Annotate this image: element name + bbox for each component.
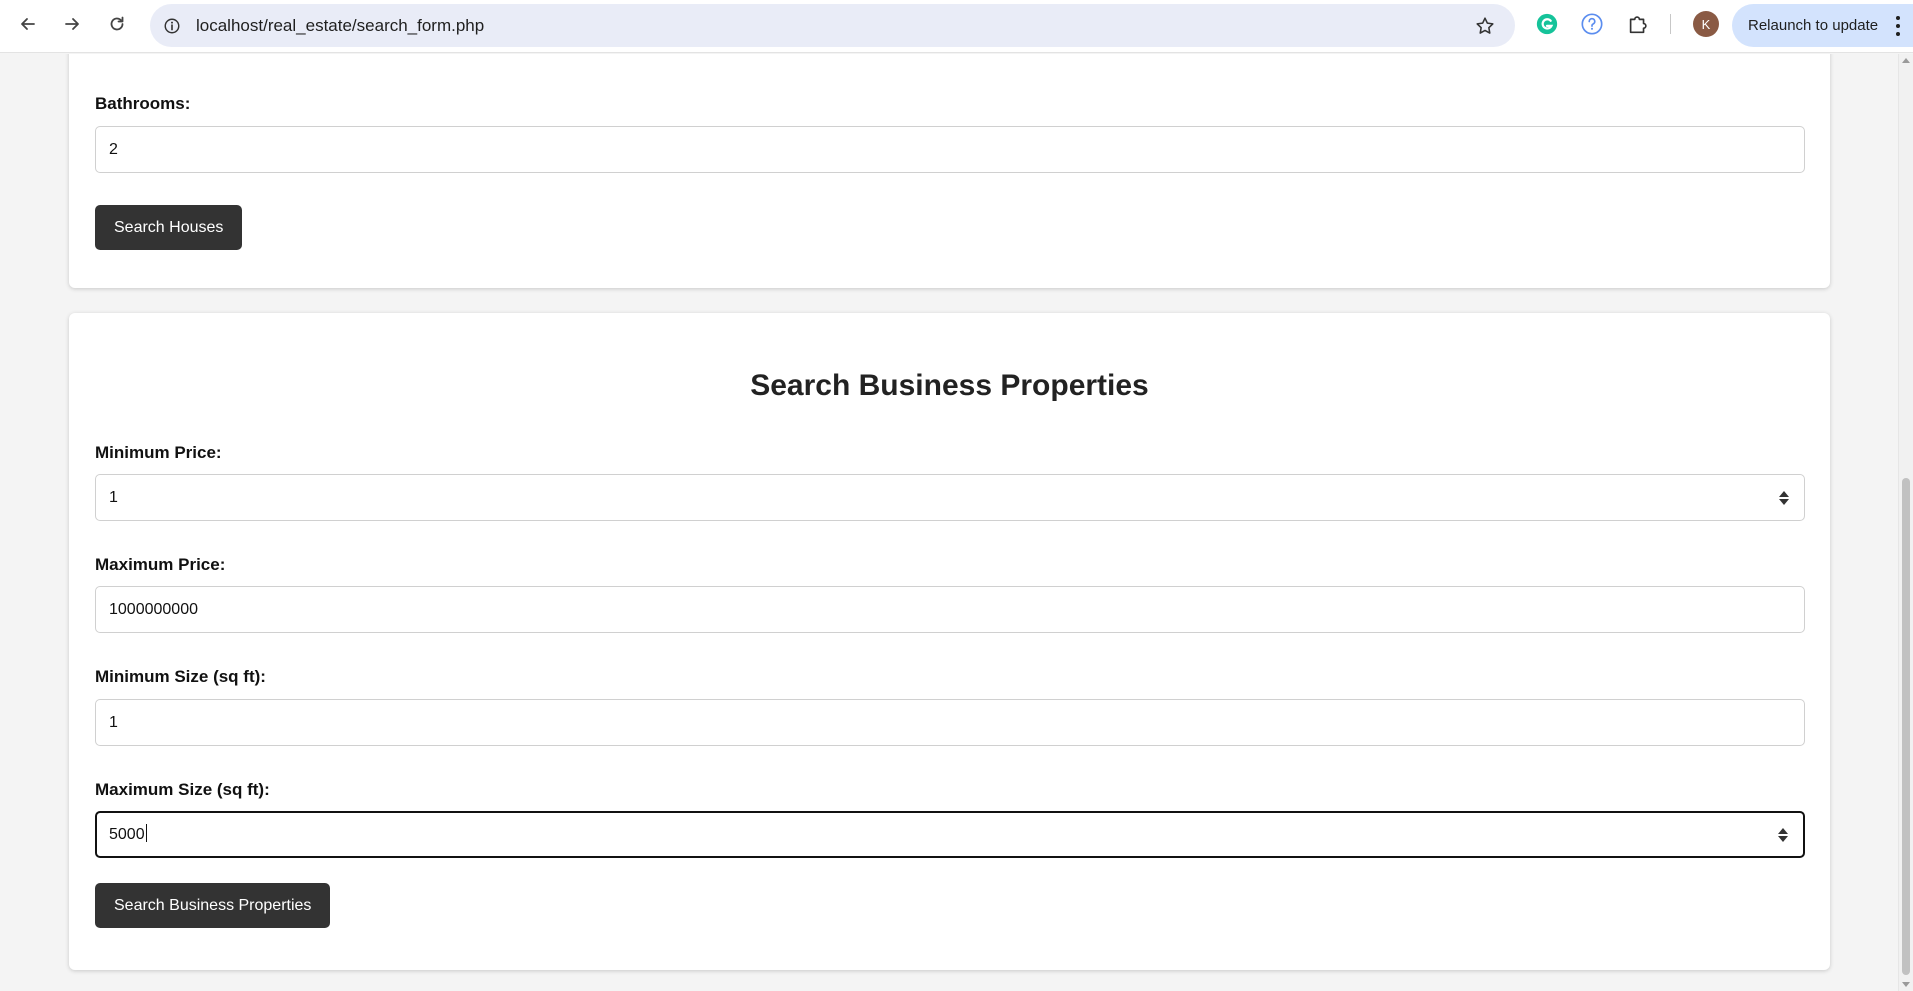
- help-circle-icon[interactable]: [1579, 11, 1605, 37]
- max-price-label: Maximum Price:: [95, 555, 226, 574]
- house-search-card: Bathrooms: 2 Search Houses: [69, 54, 1830, 288]
- text-caret: [145, 824, 147, 842]
- number-stepper-icon[interactable]: [1778, 489, 1790, 507]
- forward-arrow-icon[interactable]: [52, 8, 92, 40]
- search-houses-button[interactable]: Search Houses: [95, 205, 243, 250]
- url-text[interactable]: localhost/real_estate/search_form.php: [196, 15, 484, 37]
- bathrooms-label: Bathrooms:: [95, 94, 191, 113]
- site-info-icon[interactable]: [161, 15, 183, 37]
- address-bar[interactable]: localhost/real_estate/search_form.php: [150, 4, 1515, 47]
- bookmark-star-icon[interactable]: [1473, 14, 1497, 38]
- relaunch-button[interactable]: Relaunch to update: [1732, 4, 1913, 47]
- toolbar-divider: [1670, 14, 1671, 34]
- min-price-label: Minimum Price:: [95, 443, 222, 462]
- profile-avatar[interactable]: K: [1693, 11, 1719, 37]
- business-search-card: Search Business Properties Minimum Price…: [69, 313, 1830, 970]
- vertical-scrollbar[interactable]: [1898, 54, 1913, 991]
- browser-toolbar: localhost/real_estate/search_form.php K …: [0, 0, 1913, 53]
- max-price-input[interactable]: 1000000000: [95, 586, 1805, 633]
- extensions-puzzle-icon[interactable]: [1625, 11, 1651, 37]
- bathrooms-input[interactable]: 2: [95, 126, 1805, 173]
- scrollbar-thumb[interactable]: [1902, 478, 1910, 975]
- reload-icon[interactable]: [97, 8, 137, 40]
- min-price-input[interactable]: 1: [95, 474, 1805, 521]
- max-size-input[interactable]: 5000: [95, 811, 1805, 858]
- grammarly-icon[interactable]: [1534, 11, 1560, 37]
- back-arrow-icon[interactable]: [8, 8, 48, 40]
- min-size-value: 1: [109, 714, 118, 731]
- relaunch-label: Relaunch to update: [1748, 17, 1879, 34]
- min-size-label: Minimum Size (sq ft):: [95, 667, 266, 686]
- search-business-properties-button[interactable]: Search Business Properties: [95, 883, 331, 928]
- bathrooms-value: 2: [109, 141, 118, 158]
- scroll-up-arrow-icon[interactable]: [1902, 58, 1910, 63]
- kebab-menu-icon[interactable]: [1895, 16, 1901, 36]
- number-stepper-icon[interactable]: [1777, 826, 1789, 844]
- scroll-down-arrow-icon[interactable]: [1902, 982, 1910, 987]
- max-price-value: 1000000000: [109, 601, 198, 618]
- section-title: Search Business Properties: [750, 369, 1149, 402]
- min-size-input[interactable]: 1: [95, 699, 1805, 746]
- max-size-value: 5000: [109, 826, 145, 843]
- page-viewport: Bathrooms: 2 Search Houses Search Busine…: [0, 54, 1913, 991]
- min-price-value: 1: [109, 489, 118, 506]
- max-size-label: Maximum Size (sq ft):: [95, 780, 270, 799]
